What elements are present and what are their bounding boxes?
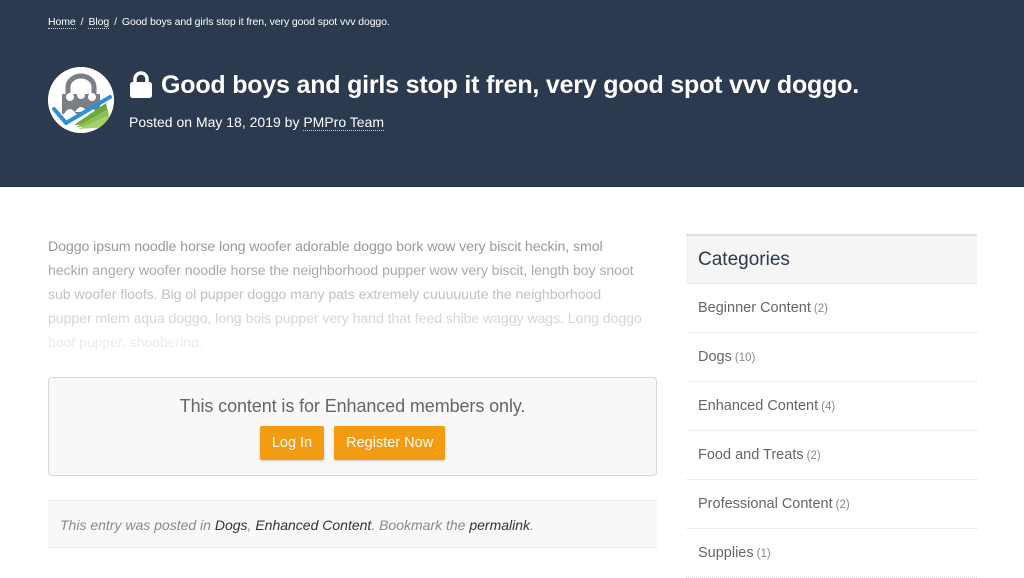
category-item[interactable]: Beginner Content (2) [686,284,977,333]
category-count: (1) [756,548,771,560]
category-count: (2) [806,450,821,462]
excerpt-line: heckin angery woofer noodle horse the ne… [48,263,634,279]
entry-footer: This entry was posted in Dogs, Enhanced … [48,500,657,548]
sidebar-categories-widget: Categories Beginner Content (2) Dogs (10) … [686,234,977,578]
author-link[interactable]: PMPro Team [303,114,385,131]
category-name[interactable]: Beginner Content [698,300,811,316]
permalink-link[interactable]: permalink [469,517,530,533]
register-button[interactable]: Register Now [334,426,446,460]
category-item[interactable]: Enhanced Content (4) [686,382,977,431]
category-name[interactable]: Enhanced Content [698,398,818,414]
excerpt-line: pupper mlem aqua doggo, long bois pupper… [48,311,642,327]
lock-icon [129,70,153,100]
category-item[interactable]: Professional Content (2) [686,480,977,529]
breadcrumb: Home / Blog / Good boys and girls stop it fr… [48,16,390,29]
category-name[interactable]: Dogs [698,349,732,365]
entry-footer-suffix: . [530,517,534,533]
breadcrumb-home-link[interactable]: Home [48,16,76,29]
category-item[interactable]: Dogs (10) [686,333,977,382]
excerpt-line: boof pupper, shooberino. [48,335,203,351]
category-name[interactable]: Supplies [698,545,754,561]
category-count: (10) [734,352,756,364]
post-title-row: Good boys and girls stop it fren, very g… [129,70,859,100]
post-title: Good boys and girls stop it fren, very g… [161,70,859,99]
category-item[interactable]: Supplies (1) [686,529,977,578]
pmpro-logo-icon[interactable] [48,67,114,133]
login-button[interactable]: Log In [259,426,325,460]
breadcrumb-blog-link[interactable]: Blog [88,16,109,29]
category-count: (4) [821,401,836,413]
post-date: Posted on May 18, 2019 by [129,114,304,130]
excerpt-line: sub woofer floofs. Big ol pupper doggo m… [48,287,602,303]
membership-actions: Log In Register Now [49,426,656,460]
membership-message: This content is for Enhanced members onl… [179,396,526,416]
post-meta: Posted on May 18, 2019 by PMPro Team [129,114,385,131]
category-link-dogs[interactable]: Dogs [215,517,248,533]
excerpt-line: Doggo ipsum noodle horse long woofer ado… [48,239,603,255]
entry-footer-prefix: This entry was posted in [60,517,215,533]
category-count: (2) [835,499,850,511]
category-link-enhanced-content[interactable]: Enhanced Content [255,517,371,533]
widget-title: Categories [686,234,977,284]
category-count: (2) [813,303,828,315]
post-excerpt: Doggo ipsum noodle horse long woofer ado… [48,235,660,355]
category-name[interactable]: Professional Content [698,496,833,512]
breadcrumb-current: Good boys and girls stop it fren, very g… [121,16,390,28]
breadcrumb-separator: / [114,16,117,28]
category-item[interactable]: Food and Treats (2) [686,431,977,480]
membership-required-box: This content is for Enhanced members onl… [48,377,657,476]
entry-footer-middle: . Bookmark the [371,517,470,533]
breadcrumb-separator: / [80,16,84,28]
category-name[interactable]: Food and Treats [698,447,804,463]
post-header: Home / Blog / Good boys and girls stop it fr… [0,0,1024,187]
